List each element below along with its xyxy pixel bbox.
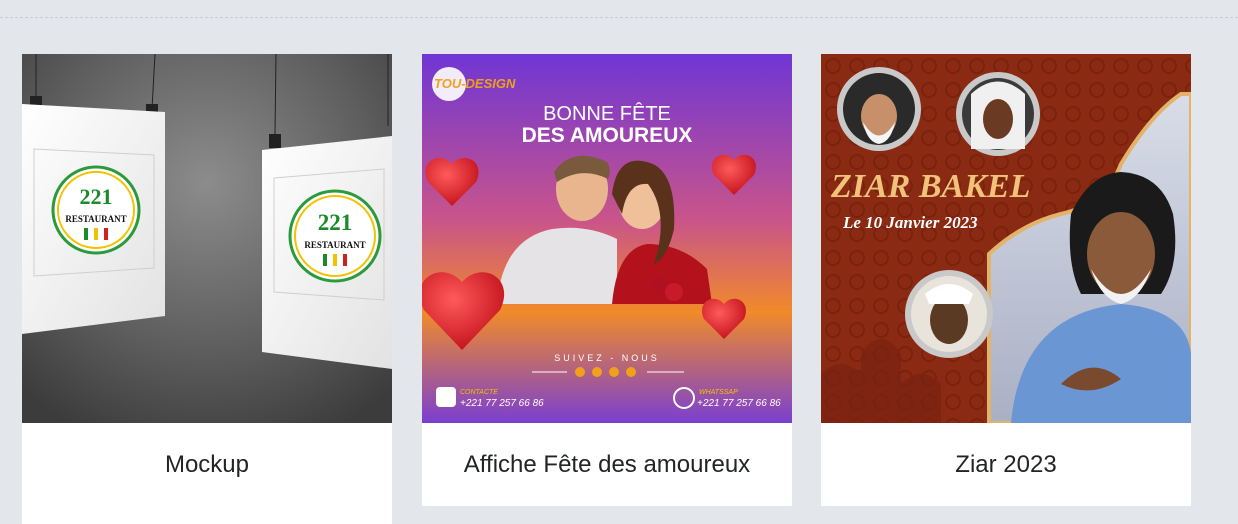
svg-text:RESTAURANT: RESTAURANT xyxy=(304,240,365,250)
ziar-thumbnail[interactable]: ZIAR BAKEL Le 10 Janvier 2023 xyxy=(821,54,1191,423)
binder-clip-icon xyxy=(269,134,281,148)
ziar-date: Le 10 Janvier 2023 xyxy=(842,213,978,232)
affiche-thumbnail[interactable]: TOU-DESIGN BONNE FÊTE DES AMOUREUX SUIVE… xyxy=(422,54,792,423)
portrait-medallion-1 xyxy=(837,67,921,151)
mockup-poster-right: 221 RESTAURANT xyxy=(262,136,392,369)
portrait-medallion-2 xyxy=(956,72,1040,156)
youtube-icon xyxy=(592,367,602,377)
portrait-medallion-3 xyxy=(905,270,993,358)
svg-text:RESTAURANT: RESTAURANT xyxy=(65,214,126,224)
svg-text:221: 221 xyxy=(318,210,353,235)
portfolio-card-affiche[interactable]: TOU-DESIGN BONNE FÊTE DES AMOUREUX SUIVE… xyxy=(422,54,792,506)
mockup-poster-left: 221 RESTAURANT xyxy=(22,104,165,334)
instagram-icon xyxy=(609,367,619,377)
card-title[interactable]: Ziar 2023 xyxy=(821,423,1191,506)
card-title[interactable]: Affiche Fête des amoureux xyxy=(422,423,792,506)
portfolio-card-ziar[interactable]: ZIAR BAKEL Le 10 Janvier 2023 Ziar 2023 xyxy=(821,54,1191,506)
brand-name: TOU-DESIGN xyxy=(434,76,516,91)
poster-headline-1: BONNE FÊTE xyxy=(543,102,671,125)
mockup-thumbnail[interactable]: 221 RESTAURANT 221 RESTAURANT xyxy=(22,54,392,423)
ziar-headline: ZIAR BAKEL xyxy=(830,168,1030,205)
whatsapp-number: +221 77 257 66 86 xyxy=(697,398,781,409)
svg-text:CONTACTE: CONTACTE xyxy=(460,389,498,396)
poster-headline-2: DES AMOUREUX xyxy=(522,124,693,147)
linkedin-icon xyxy=(626,367,636,377)
svg-text:WHATSSAP: WHATSSAP xyxy=(699,389,738,396)
follow-us-text: SUIVEZ - NOUS xyxy=(554,353,660,363)
card-title[interactable]: Mockup xyxy=(22,423,392,506)
facebook-icon xyxy=(575,367,585,377)
top-divider xyxy=(0,17,1238,18)
contact-number: +221 77 257 66 86 xyxy=(460,398,544,409)
svg-text:221: 221 xyxy=(80,184,113,209)
portfolio-card-mockup[interactable]: 221 RESTAURANT 221 RESTAURANT Mockup xyxy=(22,54,392,524)
phone-icon xyxy=(436,387,456,407)
